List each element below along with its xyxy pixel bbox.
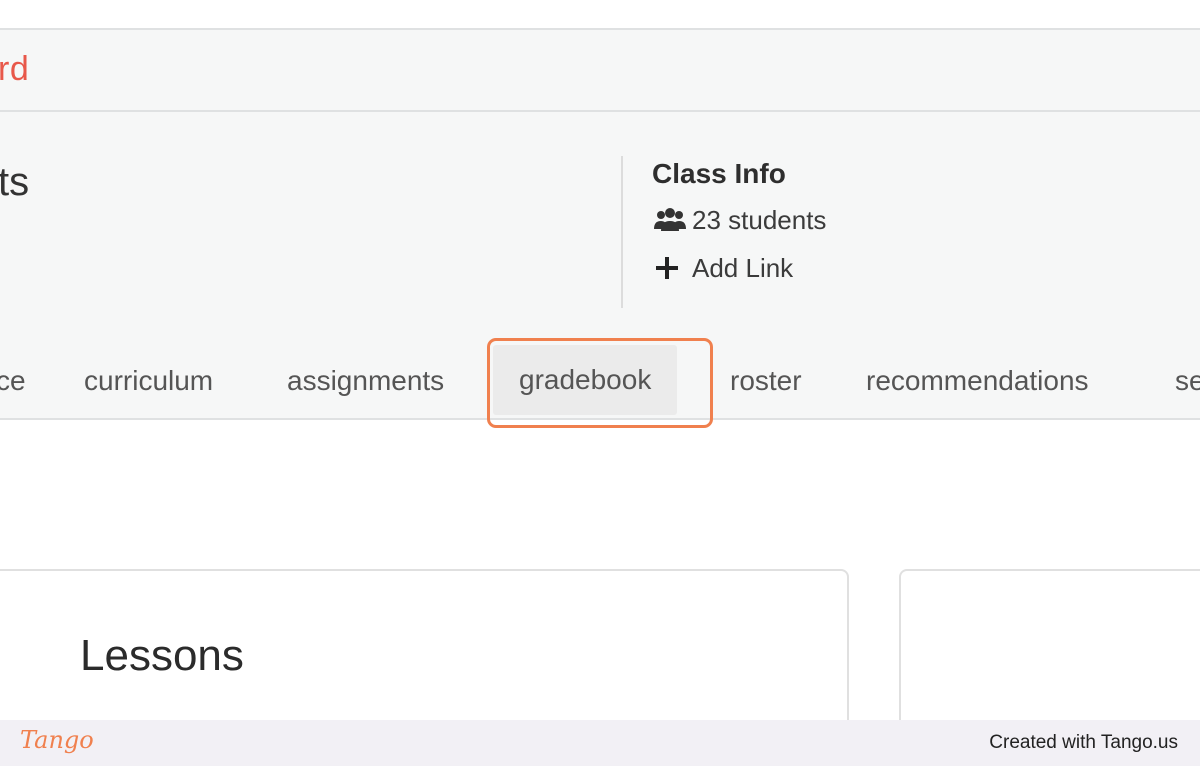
class-info-panel: Class Info 23 students Add Link (652, 158, 826, 292)
breadcrumb-link[interactable]: rd (0, 50, 29, 89)
lessons-card: Lessons (0, 569, 849, 720)
add-link-label: Add Link (692, 252, 794, 283)
click-highlight (487, 338, 713, 428)
tab-roster[interactable]: roster (730, 346, 802, 416)
tango-logo: Tango (20, 726, 94, 754)
lessons-title: Lessons (80, 631, 244, 680)
tab-curriculum[interactable]: curriculum (84, 346, 213, 416)
tab-partial-right[interactable]: se (1175, 346, 1200, 416)
tab-assignments[interactable]: assignments (287, 346, 444, 416)
class-title: ts (0, 160, 30, 204)
breadcrumb-bar: rd (0, 28, 1200, 112)
users-icon (652, 205, 692, 235)
add-link-button[interactable]: Add Link (652, 244, 826, 292)
tab-partial-left[interactable]: ce (0, 346, 26, 416)
class-info-title: Class Info (652, 158, 786, 189)
tab-recommendations[interactable]: recommendations (866, 346, 1089, 416)
side-card (899, 569, 1200, 720)
tango-footer: Tango Created with Tango.us (0, 720, 1200, 766)
student-count[interactable]: 23 students (652, 196, 826, 244)
plus-icon (652, 253, 692, 283)
header-divider (621, 156, 623, 308)
student-count-label: 23 students (692, 204, 827, 235)
app-frame: rd ts Class Info 23 students Add Link ce… (0, 0, 1200, 720)
tango-credit: Created with Tango.us (989, 732, 1178, 753)
